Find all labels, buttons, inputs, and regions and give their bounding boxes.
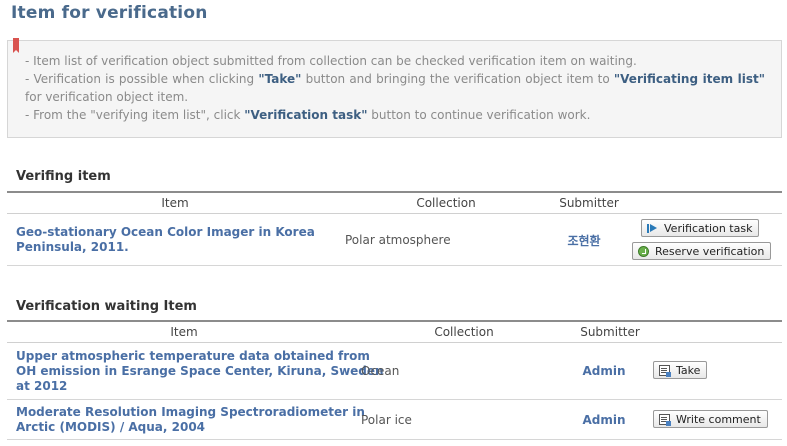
submitter-link[interactable]: 조현환 (567, 232, 600, 249)
table-header: Item Collection Submitter (7, 191, 782, 214)
waiting-table: Item Collection Submitter Upper atmosphe… (7, 320, 782, 440)
column-submitter: Submitter (559, 196, 619, 210)
submitter-link[interactable]: Admin (582, 364, 625, 378)
document-icon (659, 413, 671, 426)
collection-cell: Polar atmosphere (345, 233, 451, 247)
notice-line-1: - Item list of verification object submi… (25, 54, 637, 68)
column-submitter: Submitter (580, 325, 640, 339)
verifying-section-title: Verifing item (16, 169, 111, 184)
reserve-verification-button[interactable]: Reserve verification (632, 242, 772, 260)
reserve-icon (638, 245, 649, 257)
table-row: Geo-stationary Ocean Color Imager in Kor… (7, 214, 782, 266)
document-icon (659, 364, 671, 377)
play-icon (647, 223, 658, 234)
collection-cell: Ocean (361, 364, 400, 378)
verification-task-button[interactable]: Verification task (641, 219, 760, 237)
table-row: Moderate Resolution Imaging Spectroradio… (7, 400, 782, 440)
page-title: Item for verification (11, 3, 208, 23)
waiting-section-title: Verification waiting Item (16, 299, 197, 314)
bookmark-icon (13, 38, 19, 53)
notice-text: - Item list of verification object submi… (25, 52, 765, 124)
column-item: Item (170, 325, 198, 339)
column-collection: Collection (434, 325, 494, 339)
take-button[interactable]: Take (653, 361, 708, 379)
notice-line-3: - From the "verifying item list", click … (25, 108, 591, 122)
collection-cell: Polar ice (361, 413, 412, 427)
notice-line-2: - Verification is possible when clicking… (25, 72, 765, 104)
item-link[interactable]: Upper atmospheric temperature data obtai… (16, 349, 384, 394)
table-header: Item Collection Submitter (7, 320, 782, 343)
column-collection: Collection (416, 196, 476, 210)
item-link[interactable]: Moderate Resolution Imaging Spectroradio… (16, 405, 365, 435)
item-link[interactable]: Geo-stationary Ocean Color Imager in Kor… (16, 225, 315, 255)
notice-box: - Item list of verification object submi… (7, 38, 782, 138)
table-row: Upper atmospheric temperature data obtai… (7, 343, 782, 400)
write-comment-button[interactable]: Write comment (653, 410, 768, 428)
verifying-table: Item Collection Submitter Geo-stationary… (7, 191, 782, 266)
column-item: Item (161, 196, 189, 210)
submitter-link[interactable]: Admin (582, 413, 625, 427)
